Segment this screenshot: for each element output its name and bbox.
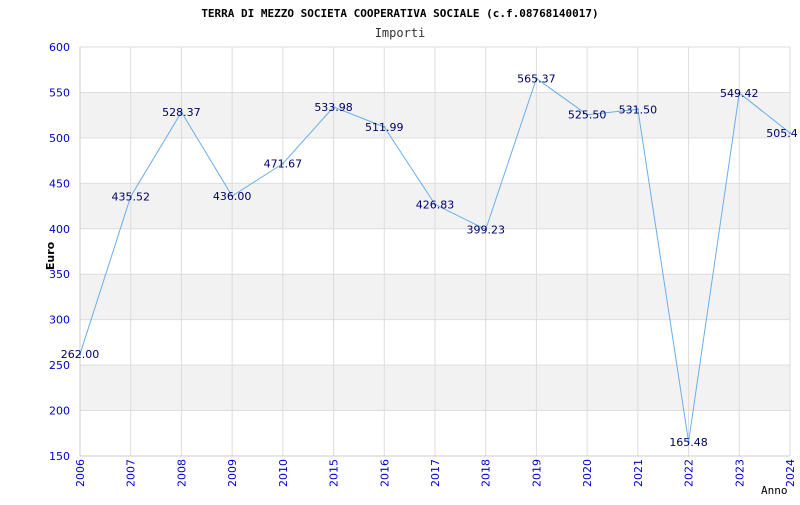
data-label: 262.00 xyxy=(61,348,100,361)
x-tick-label: 2021 xyxy=(632,459,645,487)
y-tick-label: 600 xyxy=(49,41,70,54)
data-label: 549.42 xyxy=(720,87,759,100)
chart: TERRA DI MEZZO SOCIETA COOPERATIVA SOCIA… xyxy=(0,0,800,500)
x-tick-label: 2016 xyxy=(378,459,391,487)
y-tick-label: 150 xyxy=(49,450,70,463)
x-tick-label: 2015 xyxy=(328,459,341,487)
chart-title: TERRA DI MEZZO SOCIETA COOPERATIVA SOCIA… xyxy=(201,7,598,20)
data-label: 426.83 xyxy=(416,198,455,211)
y-tick-label: 350 xyxy=(49,268,70,281)
data-label: 165.48 xyxy=(669,436,708,449)
y-tick-label: 450 xyxy=(49,177,70,190)
x-tick-label: 2022 xyxy=(683,459,696,487)
data-label: 525.50 xyxy=(568,109,607,122)
x-tick-label: 2008 xyxy=(175,459,188,487)
line-chart: TERRA DI MEZZO SOCIETA COOPERATIVA SOCIA… xyxy=(44,7,798,497)
y-tick-label: 400 xyxy=(49,223,70,236)
data-label: 399.23 xyxy=(466,223,505,236)
x-tick-label: 2023 xyxy=(733,459,746,487)
y-tick-label: 300 xyxy=(49,314,70,327)
y-tick-label: 200 xyxy=(49,405,70,418)
x-tick-label: 2018 xyxy=(480,459,493,487)
data-label: 565.37 xyxy=(517,72,556,85)
x-tick-label: 2020 xyxy=(581,459,594,487)
data-label: 471.67 xyxy=(264,158,303,171)
x-tick-label: 2024 xyxy=(784,459,797,487)
data-label: 436.00 xyxy=(213,190,252,203)
x-tick-label: 2009 xyxy=(226,459,239,487)
data-label: 528.37 xyxy=(162,106,201,119)
y-axis-label: Euro xyxy=(44,241,57,270)
x-tick-label: 2019 xyxy=(530,459,543,487)
data-label: 533.98 xyxy=(314,101,353,114)
x-tick-label: 2006 xyxy=(74,459,87,487)
x-tick-label: 2017 xyxy=(429,459,442,487)
data-label: 505.4 xyxy=(766,127,798,140)
y-tick-label: 500 xyxy=(49,132,70,145)
x-tick-label: 2007 xyxy=(125,459,138,487)
data-label: 511.99 xyxy=(365,121,404,134)
y-tick-label: 550 xyxy=(49,86,70,99)
chart-subtitle: Importi xyxy=(375,26,426,40)
data-label: 531.50 xyxy=(619,103,658,116)
x-tick-label: 2010 xyxy=(277,459,290,487)
data-label: 435.52 xyxy=(111,190,150,203)
